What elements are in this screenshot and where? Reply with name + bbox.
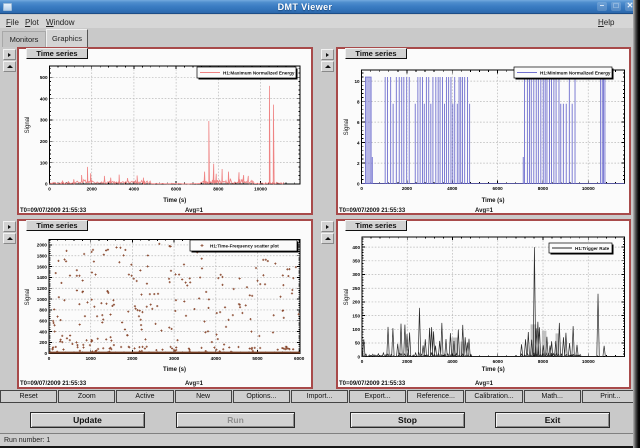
- svg-text:200: 200: [352, 300, 360, 305]
- svg-text:T0=09/07/2009 21:55:33: T0=09/07/2009 21:55:33: [20, 208, 87, 213]
- svg-text:0: 0: [45, 182, 48, 187]
- svg-text:200: 200: [39, 340, 47, 345]
- svg-text:2000: 2000: [87, 187, 98, 192]
- svg-text:0: 0: [360, 186, 363, 191]
- svg-text:0: 0: [48, 356, 51, 361]
- svg-text:4000: 4000: [211, 356, 222, 361]
- svg-text:H1:Minimum Normalized Energy: H1:Minimum Normalized Energy: [540, 71, 611, 76]
- svg-text:Avg=1: Avg=1: [185, 208, 204, 213]
- svg-text:6000: 6000: [493, 359, 504, 364]
- svg-text:T0=09/07/2009 21:55:33: T0=09/07/2009 21:55:33: [339, 381, 406, 387]
- svg-text:400: 400: [39, 329, 47, 334]
- svg-text:Signal: Signal: [25, 117, 31, 134]
- svg-text:800: 800: [39, 308, 47, 313]
- svg-text:H1:Maximum Normalized Energy: H1:Maximum Normalized Energy: [223, 71, 295, 76]
- svg-text:2000: 2000: [402, 186, 413, 191]
- svg-text:100: 100: [352, 327, 360, 332]
- svg-text:10: 10: [354, 79, 360, 84]
- svg-text:6000: 6000: [492, 186, 503, 191]
- svg-text:0: 0: [357, 354, 360, 359]
- svg-text:600: 600: [39, 318, 47, 323]
- svg-text:Avg=1: Avg=1: [185, 381, 204, 387]
- svg-text:Signal: Signal: [25, 289, 31, 306]
- svg-text:10000: 10000: [254, 187, 267, 192]
- svg-text:2: 2: [357, 161, 360, 166]
- svg-text:300: 300: [40, 118, 48, 123]
- svg-text:Avg=1: Avg=1: [475, 381, 494, 387]
- svg-text:8000: 8000: [538, 359, 549, 364]
- svg-text:400: 400: [40, 96, 48, 101]
- svg-text:1600: 1600: [37, 264, 48, 269]
- svg-text:6000: 6000: [171, 187, 182, 192]
- svg-text:100: 100: [40, 160, 48, 165]
- svg-text:8000: 8000: [538, 186, 549, 191]
- svg-text:10000: 10000: [582, 359, 595, 364]
- svg-text:Time (s): Time (s): [482, 367, 505, 373]
- svg-text:1200: 1200: [37, 286, 48, 291]
- svg-text:Time (s): Time (s): [482, 198, 505, 204]
- svg-text:4000: 4000: [129, 187, 140, 192]
- svg-text:Time (s): Time (s): [163, 367, 186, 373]
- svg-text:1000: 1000: [86, 356, 97, 361]
- svg-text:400: 400: [352, 245, 360, 250]
- svg-text:350: 350: [352, 259, 360, 264]
- svg-text:8: 8: [357, 99, 360, 104]
- svg-text:50: 50: [355, 341, 361, 346]
- svg-text:Signal: Signal: [344, 289, 350, 306]
- svg-text:4000: 4000: [447, 186, 458, 191]
- svg-text:4000: 4000: [447, 359, 458, 364]
- svg-text:150: 150: [352, 313, 360, 318]
- svg-text:4: 4: [357, 140, 360, 145]
- svg-text:1800: 1800: [37, 253, 48, 258]
- svg-text:0: 0: [48, 187, 51, 192]
- svg-text:0: 0: [361, 359, 364, 364]
- svg-text:T0=09/07/2009 21:55:33: T0=09/07/2009 21:55:33: [20, 381, 87, 387]
- svg-text:H1:Trigger Rate: H1:Trigger Rate: [575, 246, 610, 251]
- svg-text:300: 300: [352, 272, 360, 277]
- svg-text:10000: 10000: [582, 186, 595, 191]
- svg-text:250: 250: [352, 286, 360, 291]
- svg-text:500: 500: [40, 75, 48, 80]
- svg-text:Avg=1: Avg=1: [475, 208, 494, 213]
- svg-text:2000: 2000: [127, 356, 138, 361]
- svg-text:0: 0: [44, 351, 47, 356]
- svg-text:Signal: Signal: [344, 119, 350, 136]
- svg-text:5000: 5000: [252, 356, 263, 361]
- svg-text:8000: 8000: [213, 187, 224, 192]
- svg-text:2000: 2000: [37, 243, 48, 248]
- svg-text:H1:Time-Frequency scatter plot: H1:Time-Frequency scatter plot: [210, 244, 279, 249]
- svg-text:1000: 1000: [37, 297, 48, 302]
- svg-text:6000: 6000: [294, 356, 305, 361]
- svg-text:3000: 3000: [169, 356, 180, 361]
- svg-text:200: 200: [40, 139, 48, 144]
- svg-text:Time (s): Time (s): [163, 198, 186, 204]
- svg-text:T0=09/07/2009 21:55:33: T0=09/07/2009 21:55:33: [339, 208, 406, 213]
- svg-text:0: 0: [357, 181, 360, 186]
- svg-text:6: 6: [357, 120, 360, 125]
- svg-text:2000: 2000: [402, 359, 413, 364]
- svg-text:1400: 1400: [37, 275, 48, 280]
